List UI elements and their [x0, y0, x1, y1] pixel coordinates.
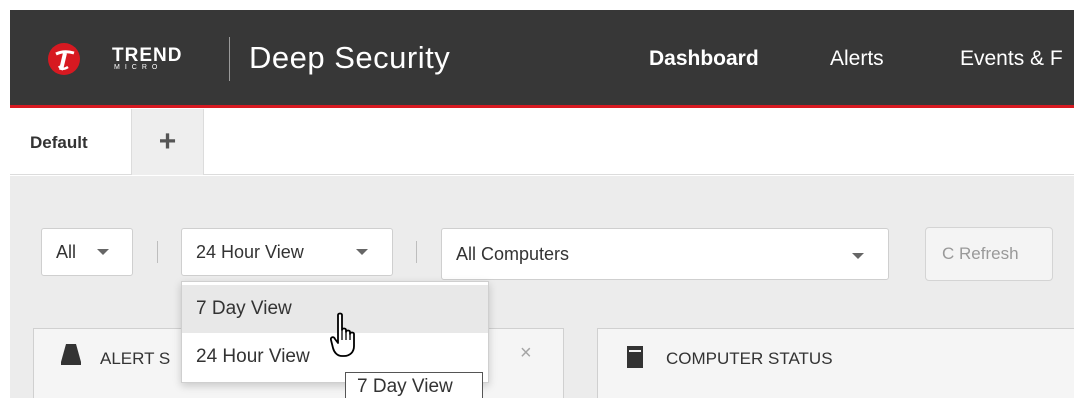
refresh-icon: C: [942, 244, 955, 263]
computers-select[interactable]: All Computers: [441, 228, 889, 280]
chevron-down-icon: [97, 249, 109, 255]
nav-alerts[interactable]: Alerts: [830, 46, 884, 72]
refresh-label: Refresh: [959, 244, 1019, 263]
alert-icon: [61, 344, 81, 365]
option-tooltip: 7 Day View: [345, 372, 483, 398]
refresh-button[interactable]: C Refresh: [925, 227, 1053, 281]
trend-micro-logo-icon: [48, 43, 80, 75]
scope-select[interactable]: All: [41, 228, 133, 276]
tab-default[interactable]: Default: [30, 132, 88, 154]
chevron-down-icon: [356, 249, 368, 255]
computer-status-title: COMPUTER STATUS: [666, 349, 833, 368]
close-icon[interactable]: ×: [520, 343, 532, 363]
nav-events[interactable]: Events & F: [960, 46, 1063, 72]
filter-divider: [157, 241, 158, 263]
add-tab-button[interactable]: +: [131, 109, 204, 175]
alert-widget-title: ALERT S: [100, 349, 171, 368]
plus-icon: +: [158, 125, 177, 158]
time-view-select[interactable]: 24 Hour View: [181, 228, 393, 276]
hand-cursor-icon: [330, 312, 355, 357]
computer-icon: [627, 346, 643, 368]
nav-dashboard[interactable]: Dashboard: [649, 46, 759, 72]
filter-divider: [416, 241, 417, 263]
scope-select-value: All: [56, 242, 77, 262]
brand-subtext: MICRO: [114, 64, 163, 71]
brand-name: TREND: [112, 45, 183, 66]
chevron-down-icon: [852, 253, 864, 259]
product-title: Deep Security: [249, 40, 451, 75]
page-edge: [0, 0, 10, 398]
computers-select-value: All Computers: [456, 244, 570, 264]
header-divider: [229, 37, 230, 81]
time-view-select-value: 24 Hour View: [196, 242, 304, 262]
